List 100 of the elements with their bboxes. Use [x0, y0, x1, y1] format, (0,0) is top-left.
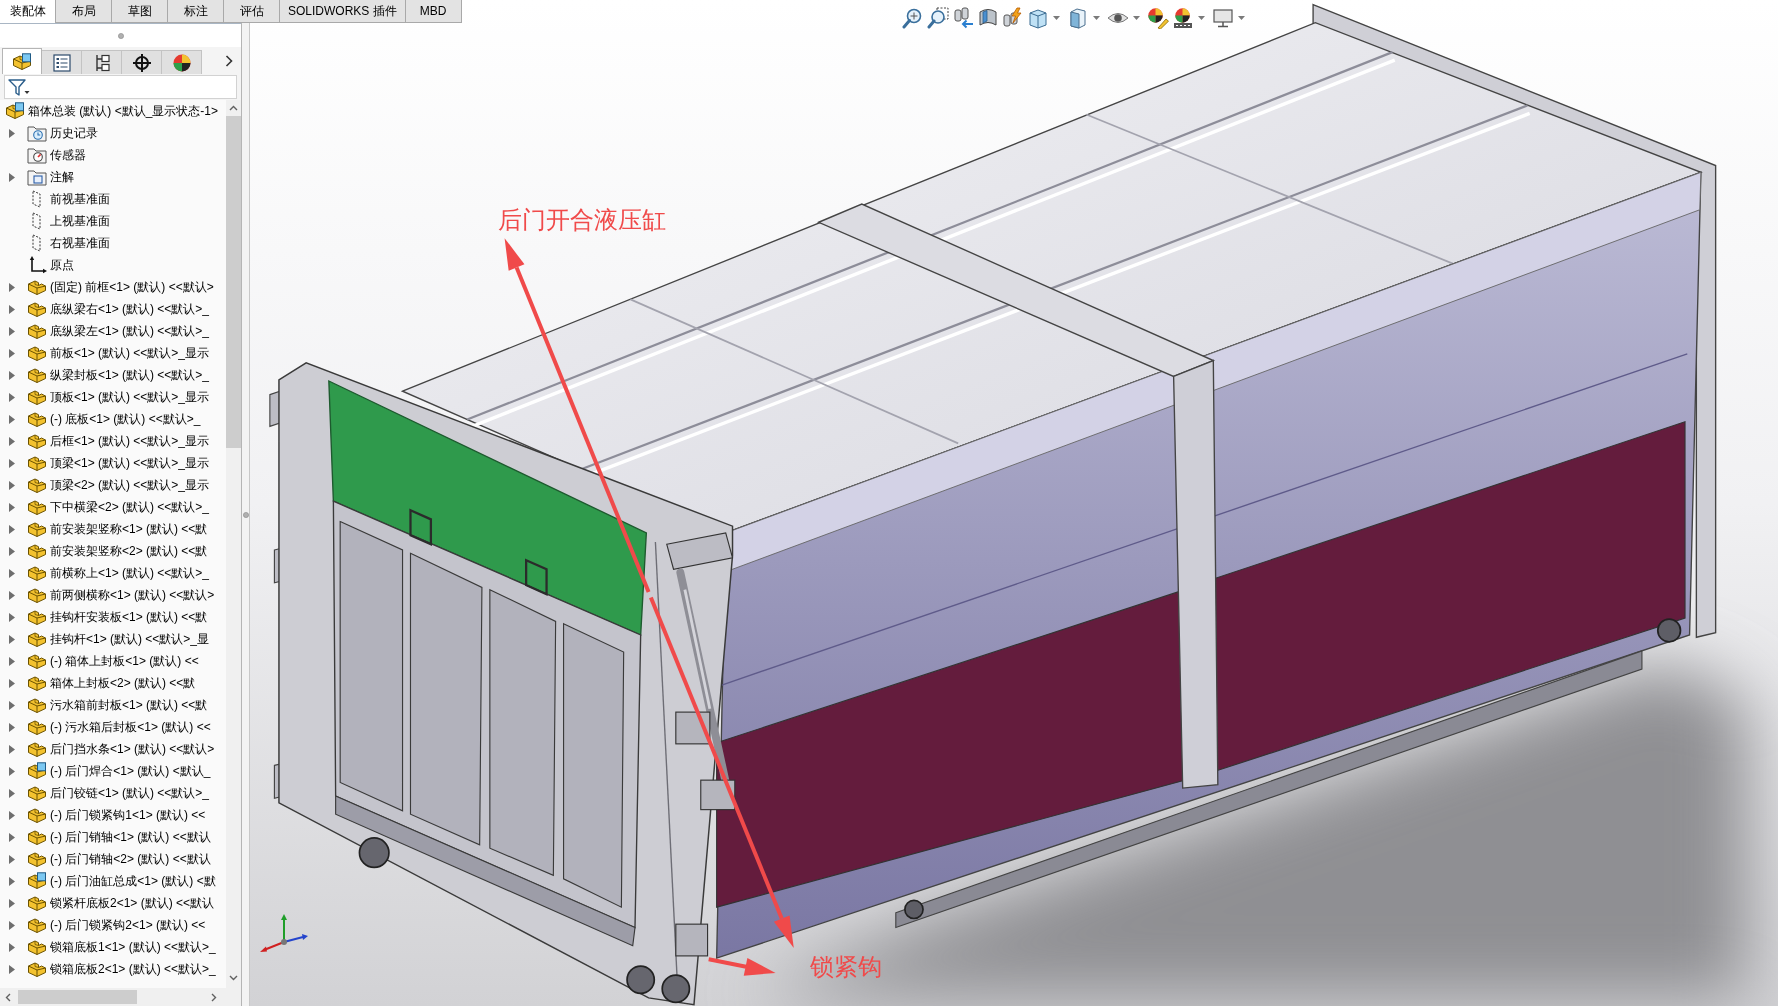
tree-item[interactable]: (-) 后门销轴<2> (默认) <<默认 [50, 848, 211, 870]
expand-arrow-icon[interactable] [9, 810, 15, 820]
expand-arrow-icon[interactable] [9, 656, 15, 666]
ribbon-tab[interactable]: 评估 [224, 0, 280, 23]
tree-item[interactable]: 顶梁<2> (默认) <<默认>_显示 [50, 474, 210, 496]
expand-arrow-icon[interactable] [9, 304, 15, 314]
expand-arrow-icon[interactable] [9, 590, 15, 600]
zoom-area-button[interactable] [927, 7, 949, 29]
tree-item[interactable]: 箱体上封板<2> (默认) <<默 [50, 672, 196, 694]
chevron-down-icon[interactable] [229, 975, 238, 981]
tree-item[interactable]: 挂钩杆<1> (默认) <<默认>_显 [50, 628, 210, 650]
tree-item[interactable]: 后框<1> (默认) <<默认>_显示 [50, 430, 210, 452]
expand-arrow-icon[interactable] [9, 436, 15, 446]
filter-icon[interactable] [8, 78, 30, 96]
expand-arrow-icon[interactable] [9, 392, 15, 402]
tree-item[interactable]: 前板<1> (默认) <<默认>_显示 [50, 342, 210, 364]
tree-item[interactable]: 底纵梁左<1> (默认) <<默认>_ [50, 320, 210, 342]
expand-arrow-icon[interactable] [9, 678, 15, 688]
tree-item[interactable]: (-) 箱体上封板<1> (默认) << [50, 650, 199, 672]
scrollbar-thumb[interactable] [18, 990, 137, 1004]
expand-arrow-icon[interactable] [9, 128, 15, 138]
annotation-view-button[interactable] [1002, 7, 1024, 29]
expand-arrow-icon[interactable] [9, 370, 15, 380]
chevron-up-icon[interactable] [229, 105, 238, 111]
zoom-to-fit-button[interactable] [902, 7, 924, 29]
tree-item[interactable]: 原点 [50, 254, 74, 276]
previous-view-button[interactable] [952, 7, 974, 29]
tree-item[interactable]: 纵梁封板<1> (默认) <<默认>_ [50, 364, 210, 386]
tree-item[interactable]: (-) 底板<1> (默认) <<默认>_ [50, 408, 201, 430]
ribbon-tab[interactable]: SOLIDWORKS 插件 [280, 0, 406, 23]
tree-item[interactable]: (-) 污水箱后封板<1> (默认) << [50, 716, 211, 738]
configuration-tab[interactable] [82, 50, 122, 74]
tree-item[interactable]: 底纵梁右<1> (默认) <<默认>_ [50, 298, 210, 320]
tree-item[interactable]: (-) 后门锁紧钩2<1> (默认) << [50, 914, 206, 936]
expand-arrow-icon[interactable] [9, 942, 15, 952]
expand-arrow-icon[interactable] [9, 832, 15, 842]
property-tab[interactable] [42, 50, 82, 74]
expand-arrow-icon[interactable] [9, 876, 15, 886]
tree-item[interactable]: (-) 后门油缸总成<1> (默认) <默 [50, 870, 216, 892]
expand-arrow-icon[interactable] [9, 700, 15, 710]
expand-arrow-icon[interactable] [9, 282, 15, 292]
dimxpert-tab[interactable] [122, 50, 162, 74]
tree-item[interactable]: 锁箱底板2<1> (默认) <<默认>_ [50, 958, 216, 980]
tree-item[interactable]: 右视基准面 [50, 232, 110, 254]
expand-arrow-icon[interactable] [9, 634, 15, 644]
tree-item[interactable]: (固定) 前框<1> (默认) <<默认> [50, 276, 214, 298]
tree-item[interactable]: 前安装架竖称<1> (默认) <<默 [50, 518, 208, 540]
tree-item[interactable]: 前安装架竖称<2> (默认) <<默 [50, 540, 208, 562]
tree-item[interactable]: 顶板<1> (默认) <<默认>_显示 [50, 386, 210, 408]
expand-arrow-icon[interactable] [9, 898, 15, 908]
expand-arrow-icon[interactable] [9, 326, 15, 336]
edit-appearance-button[interactable] [1147, 7, 1169, 29]
filter-field[interactable] [4, 75, 237, 99]
expand-arrow-icon[interactable] [9, 788, 15, 798]
resize-grip-icon[interactable] [117, 32, 124, 39]
ribbon-tab[interactable]: 标注 [168, 0, 224, 23]
tree-item[interactable]: 后门铰链<1> (默认) <<默认>_ [50, 782, 210, 804]
tree-item[interactable]: 污水箱前封板<1> (默认) <<默 [50, 694, 208, 716]
expand-arrow-icon[interactable] [9, 502, 15, 512]
tree-item[interactable]: 注解 [50, 166, 74, 188]
expand-arrow-icon[interactable] [9, 744, 15, 754]
tree-item[interactable]: 历史记录 [50, 122, 98, 144]
tree-item[interactable]: (-) 后门焊合<1> (默认) <默认_ [50, 760, 211, 782]
expand-arrow-icon[interactable] [9, 964, 15, 974]
expand-arrow-icon[interactable] [9, 920, 15, 930]
expand-arrow-icon[interactable] [9, 458, 15, 468]
display-manager-tab[interactable] [162, 50, 202, 74]
more-tabs-button[interactable] [225, 54, 233, 67]
tree-item[interactable]: 前两侧横称<1> (默认) <<默认> [50, 584, 215, 606]
expand-arrow-icon[interactable] [9, 172, 15, 182]
section-view-button[interactable] [977, 7, 999, 29]
expand-arrow-icon[interactable] [9, 854, 15, 864]
tree-item[interactable]: 后门挡水条<1> (默认) <<默认> [50, 738, 215, 760]
tree-item[interactable]: 上视基准面 [50, 210, 110, 232]
resize-grip-icon[interactable] [242, 511, 249, 518]
feature-tree-tab[interactable] [2, 48, 42, 74]
scrollbar-thumb[interactable] [226, 116, 241, 448]
expand-arrow-icon[interactable] [9, 348, 15, 358]
tree-item[interactable]: 锁紧杆底板2<1> (默认) <<默认 [50, 892, 215, 914]
ribbon-tab[interactable]: MBD [405, 0, 462, 23]
expand-arrow-icon[interactable] [9, 414, 15, 424]
expand-arrow-icon[interactable] [9, 546, 15, 556]
expand-arrow-icon[interactable] [9, 524, 15, 534]
chevron-right-icon[interactable] [211, 992, 217, 1002]
expand-arrow-icon[interactable] [9, 766, 15, 776]
tree-item[interactable]: 箱体总装 (默认) <默认_显示状态-1> [28, 100, 219, 122]
tree-item[interactable]: 挂钩杆安装板<1> (默认) <<默 [50, 606, 208, 628]
chevron-left-icon[interactable] [5, 992, 11, 1002]
expand-arrow-icon[interactable] [9, 568, 15, 578]
tree-item[interactable]: 锁箱底板1<1> (默认) <<默认>_ [50, 936, 216, 958]
tree-item[interactable]: 下中横梁<2> (默认) <<默认>_ [50, 496, 210, 518]
tree-item[interactable]: 前横称上<1> (默认) <<默认>_ [50, 562, 210, 584]
tree-item[interactable]: 顶梁<1> (默认) <<默认>_显示 [50, 452, 210, 474]
tree-item[interactable]: 传感器 [50, 144, 86, 166]
tree-item[interactable]: 前视基准面 [50, 188, 110, 210]
expand-arrow-icon[interactable] [9, 722, 15, 732]
vertical-scrollbar[interactable] [226, 100, 241, 988]
expand-arrow-icon[interactable] [9, 480, 15, 490]
ribbon-tab[interactable]: 草图 [112, 0, 168, 23]
ribbon-tab[interactable]: 布局 [56, 0, 112, 23]
